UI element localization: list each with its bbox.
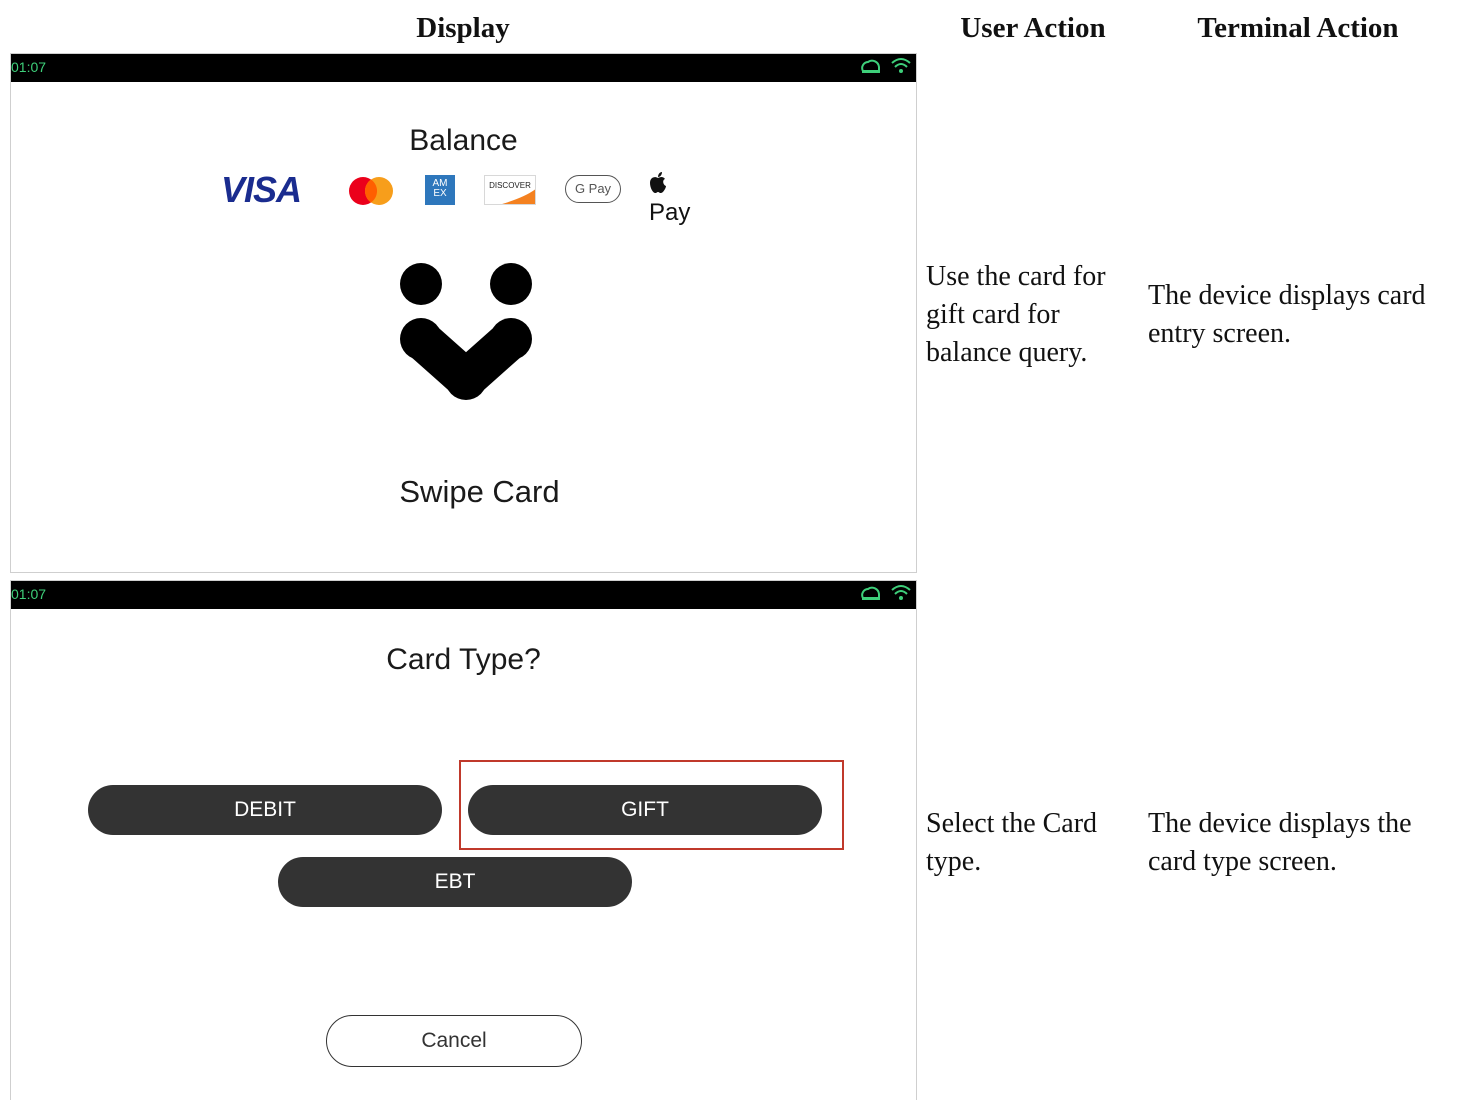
header-terminal-action: Terminal Action <box>1197 12 1399 44</box>
google-pay-logo: G Pay <box>565 175 621 203</box>
gift-button[interactable]: GIFT <box>468 785 822 835</box>
visa-logo: VISA <box>221 169 302 210</box>
balance-screen: 01:07 Balance VISA AM EX DISCOVER G Pay … <box>10 53 917 573</box>
debit-button[interactable]: DEBIT <box>88 785 442 835</box>
header-display: Display <box>416 12 510 44</box>
wifi-icon <box>891 585 911 600</box>
header-user-action: User Action <box>960 12 1106 44</box>
cancel-button[interactable]: Cancel <box>326 1015 582 1067</box>
swipe-card-prompt: Swipe Card <box>399 474 560 509</box>
row2-user-action: Select the Card type. <box>926 808 1098 877</box>
apple-icon <box>650 172 666 193</box>
row1-user-action: Use the card for gift card for balance q… <box>926 261 1106 368</box>
status-time: 01:07 <box>11 586 47 602</box>
row1-terminal-action: The device displays card entry screen. <box>1148 280 1426 349</box>
card-reader-logo-icon <box>400 263 532 400</box>
row2-terminal-action: The device displays the card type screen… <box>1148 808 1412 877</box>
mastercard-logo <box>349 177 393 205</box>
amex-logo: AM EX <box>425 175 455 205</box>
status-bar: 01:07 <box>11 54 916 82</box>
cloud-icon <box>861 586 880 600</box>
balance-title: Balance <box>409 124 518 157</box>
card-type-title: Card Type? <box>386 643 541 676</box>
wifi-icon <box>891 58 911 73</box>
status-bar: 01:07 <box>11 581 916 609</box>
card-type-screen: 01:07 Card Type? DEBIT GIFT EBT Cancel <box>10 580 917 1100</box>
ebt-button[interactable]: EBT <box>278 857 632 907</box>
cloud-icon <box>861 59 880 73</box>
discover-logo: DISCOVER <box>484 175 536 205</box>
apple-pay-logo: Pay <box>649 171 690 227</box>
status-time: 01:07 <box>11 59 47 75</box>
